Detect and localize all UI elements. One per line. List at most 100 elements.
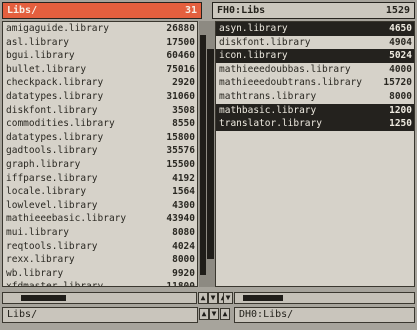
file-size: 15800	[166, 131, 195, 143]
file-row[interactable]: mui.library 8080	[3, 226, 197, 240]
right-scroll-knob[interactable]	[207, 49, 214, 259]
file-name: amigaguide.library	[6, 23, 109, 34]
file-name: bgui.library	[6, 50, 75, 62]
file-size: 1200	[389, 104, 412, 116]
file-size: 2920	[172, 77, 195, 89]
file-size: 1250	[389, 118, 412, 130]
scroll-down-button-2[interactable]: ▼	[223, 292, 233, 304]
file-size: 4650	[389, 23, 412, 34]
file-name: asl.library	[6, 36, 69, 48]
file-size: 26880	[166, 23, 195, 34]
file-row[interactable]: checkpack.library 2920	[3, 76, 197, 90]
file-name: reqtools.library	[6, 240, 98, 252]
file-name: rexx.library	[6, 254, 75, 266]
file-row[interactable]: iffparse.library 4192	[3, 172, 197, 186]
file-row[interactable]: icon.library 5024	[216, 49, 414, 63]
file-row[interactable]: locale.library 1564	[3, 185, 197, 199]
file-name: lowlevel.library	[6, 199, 98, 211]
file-row[interactable]: commodities.library 8550	[3, 117, 197, 131]
file-row[interactable]: mathieeebasic.library 43940	[3, 212, 197, 226]
file-size: 8550	[172, 118, 195, 130]
left-horizontal-scrollbar[interactable]	[2, 292, 197, 304]
left-panel-titlebar[interactable]: Libs/ 31	[2, 2, 202, 19]
file-name: datatypes.library	[6, 131, 104, 143]
cmd-up-button-1[interactable]: ▲	[199, 308, 209, 320]
right-panel-path: FH0:Libs	[217, 5, 266, 16]
right-hscroll-knob[interactable]	[243, 295, 283, 301]
file-row[interactable]: xfdmaster.library 11800	[3, 280, 197, 287]
file-name: mathieeedoubbas.library	[219, 63, 351, 75]
file-name: icon.library	[219, 50, 288, 62]
file-name: wb.library	[6, 267, 64, 279]
file-name: mathbasic.library	[219, 104, 317, 116]
file-name: translator.library	[219, 118, 322, 130]
left-panel-free-space: 31	[184, 5, 197, 16]
left-command-line[interactable]: Libs/	[2, 307, 198, 323]
right-command-line[interactable]: DH0:Libs/	[234, 307, 415, 323]
left-panel-path: Libs/	[7, 5, 38, 16]
file-name: locale.library	[6, 186, 87, 198]
file-size: 8000	[172, 254, 195, 266]
file-size: 5024	[389, 50, 412, 62]
file-size: 4192	[172, 172, 195, 184]
left-file-list[interactable]: amigaguide.library 26880 asl.library 17500 b…	[2, 21, 198, 287]
file-size: 4300	[172, 199, 195, 211]
file-row[interactable]: reqtools.library 4024	[3, 240, 197, 254]
file-row[interactable]: diskfont.library 3508	[3, 104, 197, 118]
file-row[interactable]: diskfont.library 4904	[216, 36, 414, 50]
file-name: asyn.library	[219, 23, 288, 34]
file-name: datatypes.library	[6, 90, 104, 102]
file-size: 3508	[172, 104, 195, 116]
file-row[interactable]: asl.library 17500	[3, 36, 197, 50]
file-size: 4000	[389, 63, 412, 75]
cmd-down-button-1[interactable]: ▼	[209, 308, 219, 320]
file-size: 8000	[389, 90, 412, 102]
file-name: checkpack.library	[6, 77, 104, 89]
file-row[interactable]: rexx.library 8000	[3, 253, 197, 267]
file-name: iffparse.library	[6, 172, 98, 184]
file-size: 31060	[166, 90, 195, 102]
file-name: diskfont.library	[6, 104, 98, 116]
file-row[interactable]: gadtools.library 35576	[3, 144, 197, 158]
scroll-down-button-1[interactable]: ▼	[208, 292, 218, 304]
file-size: 43940	[166, 213, 195, 225]
file-row[interactable]: mathieeedoubtrans.library 15720	[216, 76, 414, 90]
file-row[interactable]: translator.library 1250	[216, 117, 414, 131]
file-size: 1564	[172, 186, 195, 198]
file-size: 60460	[166, 50, 195, 62]
file-name: xfdmaster.library	[6, 281, 104, 287]
file-row[interactable]: bullet.library 75016	[3, 63, 197, 77]
file-name: mathieeebasic.library	[6, 213, 127, 225]
file-row[interactable]: mathbasic.library 1200	[216, 103, 414, 118]
file-row[interactable]: amigaguide.library 26880	[3, 22, 197, 36]
scroll-up-button-1[interactable]: ▲	[198, 292, 208, 304]
file-size: 9920	[172, 267, 195, 279]
file-name: gadtools.library	[6, 145, 98, 157]
file-row[interactable]: asyn.library 4650	[216, 22, 414, 36]
file-row[interactable]: datatypes.library 15800	[3, 131, 197, 145]
file-name: mathieeedoubtrans.library	[219, 77, 362, 89]
file-size: 35576	[166, 145, 195, 157]
file-size: 75016	[166, 63, 195, 75]
file-row[interactable]: mathtrans.library 8000	[216, 90, 414, 104]
file-row[interactable]: wb.library 9920	[3, 267, 197, 281]
file-name: graph.library	[6, 158, 81, 170]
file-manager-screen: Libs/ 31 FH0:Libs 1529 amigaguide.librar…	[0, 0, 417, 330]
file-size: 15720	[383, 77, 412, 89]
cmd-up-button-2[interactable]: ▲	[220, 308, 230, 320]
right-file-list[interactable]: asyn.library 4650 diskfont.library 4904 icon…	[215, 21, 415, 287]
file-name: commodities.library	[6, 118, 115, 130]
file-row[interactable]: lowlevel.library 4300	[3, 199, 197, 213]
right-horizontal-scrollbar[interactable]	[234, 292, 415, 304]
file-row[interactable]: bgui.library 60460	[3, 49, 197, 63]
right-panel-titlebar[interactable]: FH0:Libs 1529	[212, 2, 415, 19]
left-hscroll-knob[interactable]	[21, 295, 66, 301]
file-row[interactable]: mathieeedoubbas.library 4000	[216, 63, 414, 77]
file-row[interactable]: datatypes.library 31060	[3, 90, 197, 104]
file-size: 11800	[166, 281, 195, 287]
right-vertical-scrollbar[interactable]	[206, 21, 215, 287]
file-row[interactable]: graph.library 15500	[3, 158, 197, 172]
file-name: mathtrans.library	[219, 90, 317, 102]
file-size: 4904	[389, 36, 412, 48]
file-name: diskfont.library	[219, 36, 311, 48]
